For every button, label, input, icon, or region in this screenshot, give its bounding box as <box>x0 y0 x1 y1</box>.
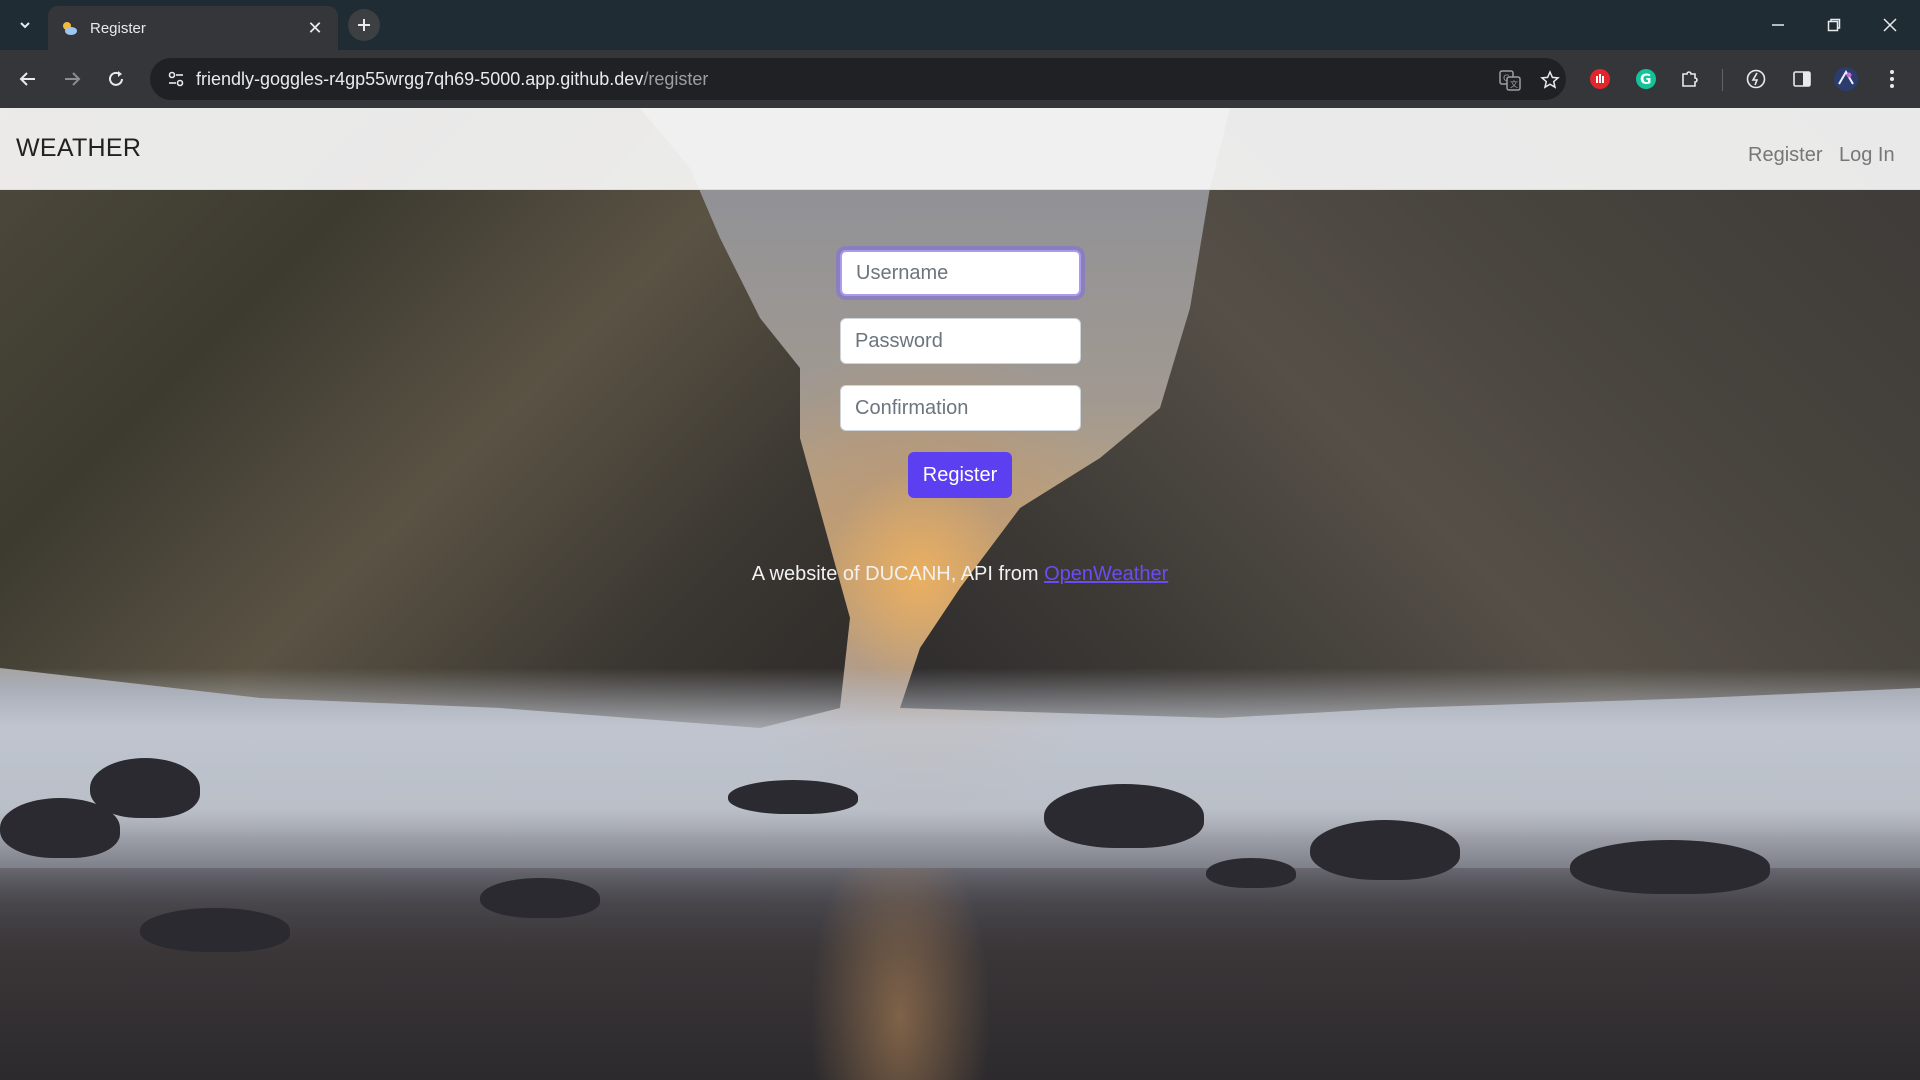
avatar <box>1834 67 1858 91</box>
new-tab-button[interactable] <box>348 9 380 41</box>
background-cliff-left <box>0 108 850 728</box>
performance-button[interactable] <box>1742 65 1770 93</box>
translate-button[interactable]: G文 <box>1496 66 1524 94</box>
password-input[interactable] <box>840 318 1081 364</box>
footer-text: A website of DUCANH, API from <box>751 563 1045 585</box>
svg-text:G: G <box>1640 72 1652 88</box>
background-rock <box>1570 840 1770 894</box>
background-rock <box>1310 820 1460 880</box>
nav-login-link[interactable]: Log In <box>1839 144 1895 167</box>
side-panel-icon <box>1793 71 1811 87</box>
hand-extension-icon <box>1590 69 1610 89</box>
tab-title: Register <box>90 19 146 37</box>
chevron-down-icon <box>20 22 30 29</box>
more-vertical-icon <box>1890 70 1894 88</box>
tab-search-button[interactable] <box>12 12 38 38</box>
speed-icon <box>1746 69 1766 89</box>
address-bar[interactable]: friendly-goggles-r4gp55wrgg7qh69-5000.ap… <box>150 58 1566 100</box>
background-rock <box>480 878 600 918</box>
background-rock <box>0 798 120 858</box>
back-arrow-icon <box>19 72 35 86</box>
forward-button[interactable] <box>56 63 88 95</box>
browser-toolbar: friendly-goggles-r4gp55wrgg7qh69-5000.ap… <box>0 50 1920 108</box>
extension-red[interactable] <box>1586 65 1614 93</box>
back-button[interactable] <box>12 63 44 95</box>
background-shore <box>0 868 1920 1080</box>
extension-grammarly[interactable]: G <box>1632 65 1660 93</box>
close-tab-icon[interactable]: ✕ <box>304 17 326 39</box>
weather-favicon-icon <box>60 19 78 37</box>
url-text: friendly-goggles-r4gp55wrgg7qh69-5000.ap… <box>196 69 708 90</box>
url-host: friendly-goggles-r4gp55wrgg7qh69-5000.ap… <box>196 68 644 89</box>
background-rock <box>1206 858 1296 888</box>
grammarly-icon: G <box>1636 69 1656 89</box>
openweather-link[interactable]: OpenWeather <box>1044 563 1168 585</box>
reload-button[interactable] <box>100 63 132 95</box>
bookmark-button[interactable] <box>1536 66 1564 94</box>
restore-button[interactable] <box>1806 0 1862 50</box>
background-rock <box>140 908 290 952</box>
tune-icon <box>168 71 184 87</box>
minimize-button[interactable] <box>1750 0 1806 50</box>
background-mist <box>0 668 1920 838</box>
background-rock <box>728 780 858 814</box>
menu-button[interactable] <box>1878 65 1906 93</box>
brand-link[interactable]: WEATHER <box>16 134 141 163</box>
page-viewport: WEATHER Register Log In Register A websi… <box>0 108 1920 1080</box>
minimize-icon <box>1772 24 1784 26</box>
plus-icon <box>358 19 370 31</box>
tab-strip: Register ✕ <box>0 0 1920 50</box>
star-icon <box>1540 70 1560 89</box>
footer: A website of DUCANH, API from OpenWeathe… <box>0 563 1920 586</box>
forward-arrow-icon <box>65 72 81 86</box>
background-rock <box>1044 784 1204 848</box>
translate-icon: G文 <box>1499 70 1521 91</box>
close-window-button[interactable] <box>1862 0 1918 50</box>
reload-icon <box>109 71 123 86</box>
site-navbar: WEATHER Register Log In <box>0 108 1920 190</box>
svg-text:文: 文 <box>1510 79 1518 89</box>
register-button[interactable]: Register <box>908 452 1012 498</box>
username-input[interactable] <box>840 250 1081 296</box>
browser-tab[interactable]: Register ✕ <box>48 6 338 50</box>
close-icon <box>1883 18 1897 32</box>
side-panel-button[interactable] <box>1788 65 1816 93</box>
confirmation-input[interactable] <box>840 385 1081 431</box>
url-path: /register <box>643 68 709 89</box>
nav-register-link[interactable]: Register <box>1748 144 1822 167</box>
restore-icon <box>1827 18 1841 32</box>
toolbar-separator <box>1722 69 1723 91</box>
puzzle-icon <box>1682 71 1698 87</box>
extensions-button[interactable] <box>1676 65 1704 93</box>
profile-button[interactable] <box>1832 65 1860 93</box>
site-info-button[interactable] <box>156 58 196 100</box>
